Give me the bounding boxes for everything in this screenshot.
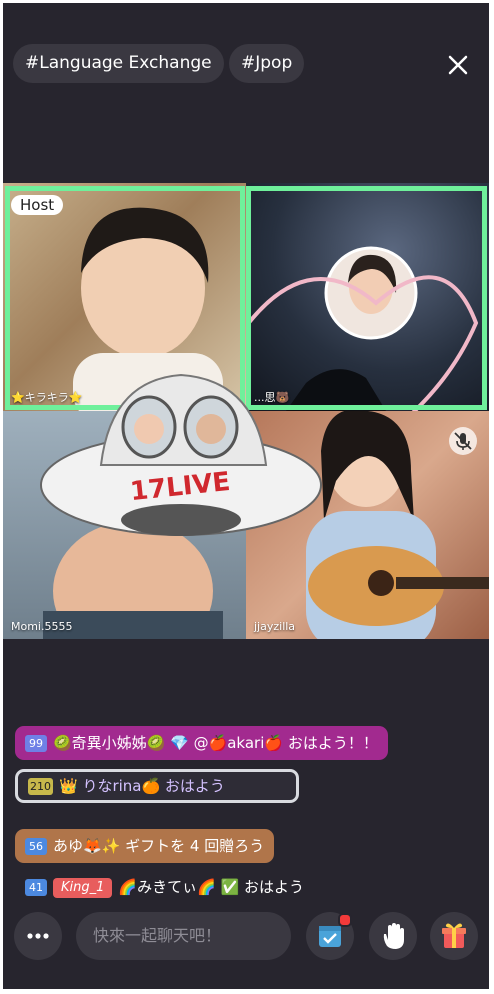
- chat-message[interactable]: 99 🥝奇異小姊姊🥝 💎 @🍎akari🍎 おはよう！！: [15, 726, 388, 760]
- chat-message-text: 🌈みきてぃ🌈 ✅ おはよう: [118, 878, 304, 896]
- chat-message[interactable]: 41 King_1 🌈みきてぃ🌈 ✅ おはよう: [15, 870, 314, 904]
- gift-icon: [442, 923, 466, 948]
- hand-icon: [383, 923, 404, 949]
- king-badge: King_1: [53, 877, 113, 898]
- level-badge: 210: [28, 778, 53, 795]
- live-room-screen: #Language Exchange #Jpop Host ⭐キラキラ⭐ ...…: [3, 3, 489, 989]
- chat-message[interactable]: 56 あゆ🦊✨ ギフトを 4 回贈ろう: [15, 829, 275, 863]
- chat-message[interactable]: 210 👑 りなrina🍊 おはよう: [15, 769, 299, 803]
- host-badge: Host: [11, 195, 64, 215]
- level-badge: 56: [25, 838, 47, 855]
- tag-language-exchange[interactable]: #Language Exchange: [13, 44, 224, 83]
- chat-message-text: あゆ🦊✨ ギフトを 4 回贈ろう: [53, 837, 265, 855]
- task-button[interactable]: [306, 912, 354, 960]
- chat-message-text: 🥝奇異小姊姊🥝 💎 @🍎akari🍎 おはよう！！: [53, 734, 378, 752]
- close-icon[interactable]: [441, 48, 475, 82]
- more-dots-icon: [27, 933, 49, 939]
- notification-dot: [338, 913, 352, 927]
- tile-name-guest-2: Momi.5555: [11, 620, 73, 633]
- gift-button[interactable]: [430, 912, 478, 960]
- level-badge: 41: [25, 879, 47, 896]
- chat-input[interactable]: 快來一起聊天吧！: [76, 912, 291, 960]
- more-button[interactable]: [14, 912, 62, 960]
- tile-name-guest-3: jjayzilla: [254, 620, 296, 633]
- tag-jpop[interactable]: #Jpop: [229, 44, 305, 83]
- raise-hand-button[interactable]: [369, 912, 417, 960]
- ufo-gift-sticker: 17LIVE: [40, 373, 322, 536]
- level-badge: 99: [25, 735, 47, 752]
- chat-message-text: 👑 りなrina🍊 おはよう: [59, 777, 225, 795]
- mic-muted-icon: [449, 427, 477, 455]
